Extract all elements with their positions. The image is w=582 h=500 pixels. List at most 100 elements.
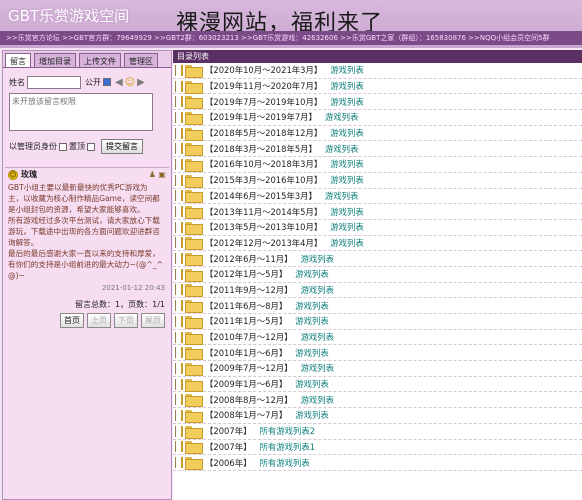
folder-icon[interactable] <box>185 158 203 172</box>
row-date[interactable]: 【2011年6月～8月】 <box>205 300 287 312</box>
directory-row[interactable]: 【2020年10月～2021年3月】 游戏列表 <box>173 63 582 79</box>
next-arrow-icon[interactable]: ▶ <box>137 77 145 88</box>
game-list-link[interactable]: 游戏列表 <box>295 315 329 327</box>
tab-add-directory[interactable]: 增加目录 <box>34 53 76 67</box>
folder-icon[interactable] <box>185 394 203 408</box>
tab-upload-file[interactable]: 上传文件 <box>79 53 121 67</box>
smiley-icon[interactable]: ☺ <box>125 77 135 88</box>
directory-row[interactable]: 【2010年7月～12月】 游戏列表 <box>173 330 582 346</box>
folder-icon[interactable] <box>185 253 203 267</box>
row-date[interactable]: 【2008年1月～7月】 <box>205 409 287 421</box>
directory-row[interactable]: 【2007年】 所有游戏列表2 <box>173 424 582 440</box>
game-list-link[interactable]: 游戏列表 <box>330 237 364 249</box>
game-list-link[interactable]: 游戏列表 <box>301 331 335 343</box>
row-date[interactable]: 【2007年】 <box>205 441 251 453</box>
directory-row[interactable]: 【2008年8月～12月】 游戏列表 <box>173 392 582 409</box>
folder-icon[interactable] <box>185 80 203 94</box>
row-date[interactable]: 【2008年8月～12月】 <box>205 394 293 406</box>
directory-row[interactable]: 【2018年5月～2018年12月】 游戏列表 <box>173 126 582 142</box>
name-input[interactable] <box>27 75 81 89</box>
game-list-link[interactable]: 游戏列表 <box>301 253 335 265</box>
row-date[interactable]: 【2014年6月～2015年3月】 <box>205 190 317 202</box>
row-date[interactable]: 【2006年】 <box>205 457 251 469</box>
folder-icon[interactable] <box>185 441 203 455</box>
folder-icon[interactable] <box>185 378 203 392</box>
prev-arrow-icon[interactable]: ◀ <box>115 77 123 88</box>
submit-message-button[interactable]: 提交留言 <box>101 139 143 154</box>
directory-row[interactable]: 【2014年6月～2015年3月】 游戏列表 <box>173 189 582 205</box>
row-date[interactable]: 【2011年1月～5月】 <box>205 315 287 327</box>
admin-checkbox[interactable] <box>59 142 67 151</box>
directory-row[interactable]: 【2019年7月～2019年10月】 游戏列表 <box>173 94 582 111</box>
game-list-link[interactable]: 游戏列表 <box>330 127 364 139</box>
row-date[interactable]: 【2012年6月～11月】 <box>205 253 293 265</box>
directory-row[interactable]: 【2008年1月～7月】 游戏列表 <box>173 408 582 424</box>
folder-icon[interactable] <box>185 190 203 204</box>
row-date[interactable]: 【2009年1月～6月】 <box>205 378 287 390</box>
row-date[interactable]: 【2019年1月～2019年7月】 <box>205 111 317 123</box>
game-list-link[interactable]: 游戏列表 <box>295 409 329 421</box>
game-list-link[interactable]: 游戏列表 <box>330 206 364 218</box>
row-date[interactable]: 【2012年12月～2013年4月】 <box>205 237 322 249</box>
folder-icon[interactable] <box>185 143 203 157</box>
folder-icon[interactable] <box>185 347 203 361</box>
row-date[interactable]: 【2010年1月～6月】 <box>205 347 287 359</box>
directory-row[interactable]: 【2009年7月～12月】 游戏列表 <box>173 361 582 377</box>
last-page-button[interactable]: 尾页 <box>141 313 165 328</box>
folder-icon[interactable] <box>185 237 203 251</box>
folder-icon[interactable] <box>185 284 203 298</box>
game-list-link[interactable]: 游戏列表 <box>325 190 359 202</box>
row-date[interactable]: 【2013年5月～2013年10月】 <box>205 221 322 233</box>
row-date[interactable]: 【2012年1月～5月】 <box>205 268 287 280</box>
reply-icon[interactable]: ♟ ▣ <box>149 170 166 179</box>
tab-admin[interactable]: 管理区 <box>124 53 158 67</box>
directory-row[interactable]: 【2012年12月～2013年4月】 游戏列表 <box>173 236 582 252</box>
folder-icon[interactable] <box>185 268 203 282</box>
row-date[interactable]: 【2019年7月～2019年10月】 <box>205 96 322 108</box>
row-date[interactable]: 【2015年3月～2016年10月】 <box>205 174 322 186</box>
game-list-link[interactable]: 游戏列表 <box>301 362 335 374</box>
directory-row[interactable]: 【2011年1月～5月】 游戏列表 <box>173 314 582 330</box>
folder-icon[interactable] <box>185 221 203 235</box>
pin-checkbox[interactable] <box>87 142 95 151</box>
row-date[interactable]: 【2020年10月～2021年3月】 <box>205 64 322 76</box>
prev-page-button[interactable]: 上页 <box>87 313 111 328</box>
row-date[interactable]: 【2013年11月～2014年5月】 <box>205 206 322 218</box>
folder-icon[interactable] <box>185 206 203 220</box>
row-date[interactable]: 【2018年5月～2018年12月】 <box>205 127 322 139</box>
folder-icon[interactable] <box>185 127 203 141</box>
game-list-link[interactable]: 所有游戏列表2 <box>259 425 315 437</box>
game-list-link[interactable]: 游戏列表 <box>330 80 364 92</box>
site-title[interactable]: GBT乐赏游戏空间 <box>8 5 129 26</box>
directory-row[interactable]: 【2011年9月～12月】 游戏列表 <box>173 283 582 299</box>
folder-icon[interactable] <box>185 331 203 345</box>
folder-icon[interactable] <box>185 409 203 423</box>
game-list-link[interactable]: 游戏列表 <box>330 221 364 233</box>
folder-icon[interactable] <box>185 315 203 329</box>
folder-icon[interactable] <box>185 96 203 110</box>
directory-row[interactable]: 【2010年1月～6月】 游戏列表 <box>173 345 582 362</box>
folder-icon[interactable] <box>185 300 203 314</box>
folder-icon[interactable] <box>185 362 203 376</box>
message-textarea[interactable] <box>9 93 153 131</box>
directory-row[interactable]: 【2018年3月～2018年5月】 游戏列表 <box>173 141 582 158</box>
folder-icon[interactable] <box>185 64 203 78</box>
game-list-link[interactable]: 游戏列表 <box>325 143 359 155</box>
game-list-link[interactable]: 游戏列表 <box>330 158 364 170</box>
row-date[interactable]: 【2009年7月～12月】 <box>205 362 293 374</box>
folder-icon[interactable] <box>185 457 203 471</box>
game-list-link[interactable]: 游戏列表 <box>330 64 364 76</box>
marquee-ticker[interactable]: >>乐赏官方论坛 >>GBT官方群：79649929 >>GBT2群：60302… <box>0 31 582 45</box>
game-list-link[interactable]: 所有游戏列表1 <box>259 441 315 453</box>
folder-icon[interactable] <box>185 425 203 439</box>
directory-row[interactable]: 【2013年5月～2013年10月】 游戏列表 <box>173 220 582 236</box>
game-list-link[interactable]: 游戏列表 <box>295 347 329 359</box>
folder-icon[interactable] <box>185 111 203 125</box>
directory-row[interactable]: 【2009年1月～6月】 游戏列表 <box>173 377 582 393</box>
directory-row[interactable]: 【2013年11月～2014年5月】 游戏列表 <box>173 204 582 220</box>
game-list-link[interactable]: 游戏列表 <box>301 394 335 406</box>
row-date[interactable]: 【2007年】 <box>205 425 251 437</box>
row-date[interactable]: 【2016年10月～2018年3月】 <box>205 158 322 170</box>
directory-row[interactable]: 【2007年】 所有游戏列表1 <box>173 440 582 456</box>
next-page-button[interactable]: 下页 <box>114 313 138 328</box>
